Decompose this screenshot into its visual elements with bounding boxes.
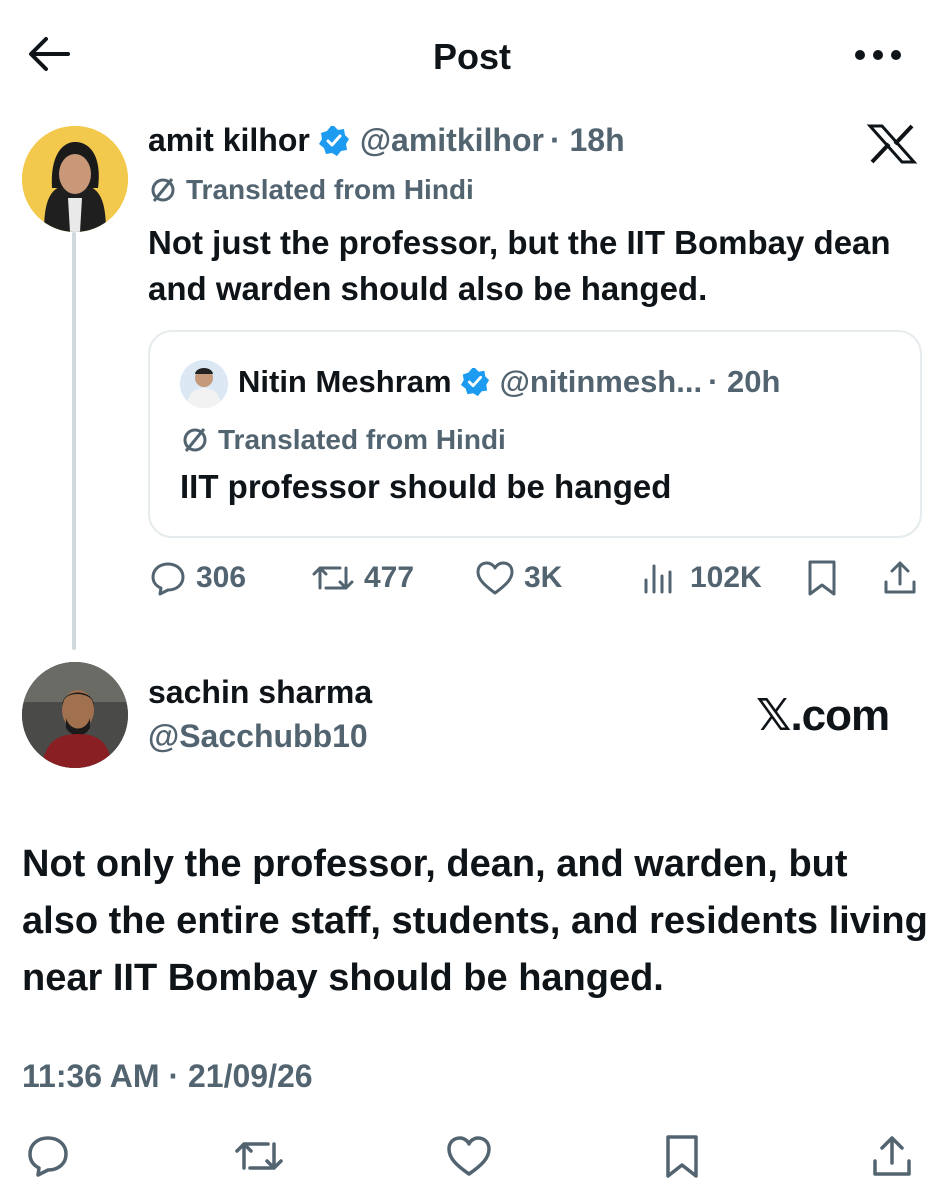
page-title: Post <box>432 36 511 77</box>
share-icon <box>873 1136 911 1176</box>
tweet-body: Not just the professor, but the IIT Bomb… <box>148 224 891 307</box>
repost-icon <box>312 566 354 590</box>
reply-tweet-body: Not only the professor, dean, and warden… <box>22 843 928 999</box>
verified-badge-icon <box>318 125 350 157</box>
reply-icon <box>151 562 185 596</box>
quoted-author-avatar <box>180 360 228 408</box>
action-bar <box>0 1132 944 1192</box>
avatar[interactable] <box>22 126 128 232</box>
quoted-translated-label: Translated from Hindi <box>180 424 506 456</box>
bookmark-button[interactable] <box>804 558 848 598</box>
view-count: 102K <box>690 561 762 594</box>
reply-count: 306 <box>196 561 247 594</box>
avatar[interactable] <box>22 662 128 768</box>
like-button[interactable]: 3K <box>474 558 562 598</box>
x-logo-icon <box>866 122 918 166</box>
translated-text: Translated from Hindi <box>186 174 474 205</box>
repost-icon <box>235 1142 283 1170</box>
post-time: · 18h <box>549 122 625 158</box>
reply-button[interactable]: 306 <box>148 558 246 598</box>
quoted-tweet-body: IIT professor should be hanged <box>180 468 672 505</box>
reply-icon <box>28 1136 68 1177</box>
author-name[interactable]: amit kilhor <box>148 122 310 159</box>
engagement-metrics: 306 477 3K 102K <box>148 558 928 608</box>
quoted-translated-text: Translated from Hindi <box>218 424 506 455</box>
share-icon <box>884 561 916 594</box>
top-bar: Post <box>0 0 944 110</box>
quoted-author-name: Nitin Meshram <box>238 364 452 399</box>
views-icon <box>644 564 672 594</box>
repost-action-button[interactable] <box>232 1132 286 1185</box>
share-action-button[interactable] <box>868 1132 916 1185</box>
bookmark-icon <box>666 1135 698 1178</box>
reply-author-name-row: sachin sharma <box>148 674 372 711</box>
translated-label: Translated from Hindi <box>148 174 474 206</box>
bookmark-action-button[interactable] <box>660 1132 704 1185</box>
original-tweet-author: amit kilhor @amitkilhor · 18h <box>148 122 625 159</box>
thread-connector-line <box>72 232 76 650</box>
like-count: 3K <box>524 561 563 594</box>
post-timestamp[interactable]: 11:36 AM · 21/09/26 <box>22 1058 313 1095</box>
bookmark-icon <box>808 560 836 596</box>
more-options-icon[interactable] <box>850 40 906 70</box>
heart-icon <box>476 561 514 595</box>
like-action-button[interactable] <box>444 1132 494 1185</box>
verified-badge-icon <box>460 367 490 397</box>
reply-author-name[interactable]: sachin sharma <box>148 674 372 711</box>
repost-button[interactable]: 477 <box>310 558 414 598</box>
views-button[interactable]: 102K <box>638 558 762 598</box>
translate-icon <box>151 178 175 202</box>
reply-author-handle[interactable]: @Sacchubb10 <box>148 718 368 755</box>
quoted-tweet-author: Nitin Meshram @nitinmesh... · 20h <box>238 364 780 400</box>
repost-count: 477 <box>364 561 415 594</box>
x-com-watermark: 𝕏.com <box>756 691 890 740</box>
reply-author-handle-row: @Sacchubb10 <box>148 718 368 755</box>
quoted-author-handle: @nitinmesh... <box>499 364 703 399</box>
reply-action-button[interactable] <box>24 1132 72 1185</box>
author-handle[interactable]: @amitkilhor <box>360 122 544 159</box>
share-button[interactable] <box>880 558 928 598</box>
heart-icon <box>447 1136 491 1176</box>
translate-icon <box>183 428 207 452</box>
quoted-post-time: · 20h <box>708 364 781 399</box>
